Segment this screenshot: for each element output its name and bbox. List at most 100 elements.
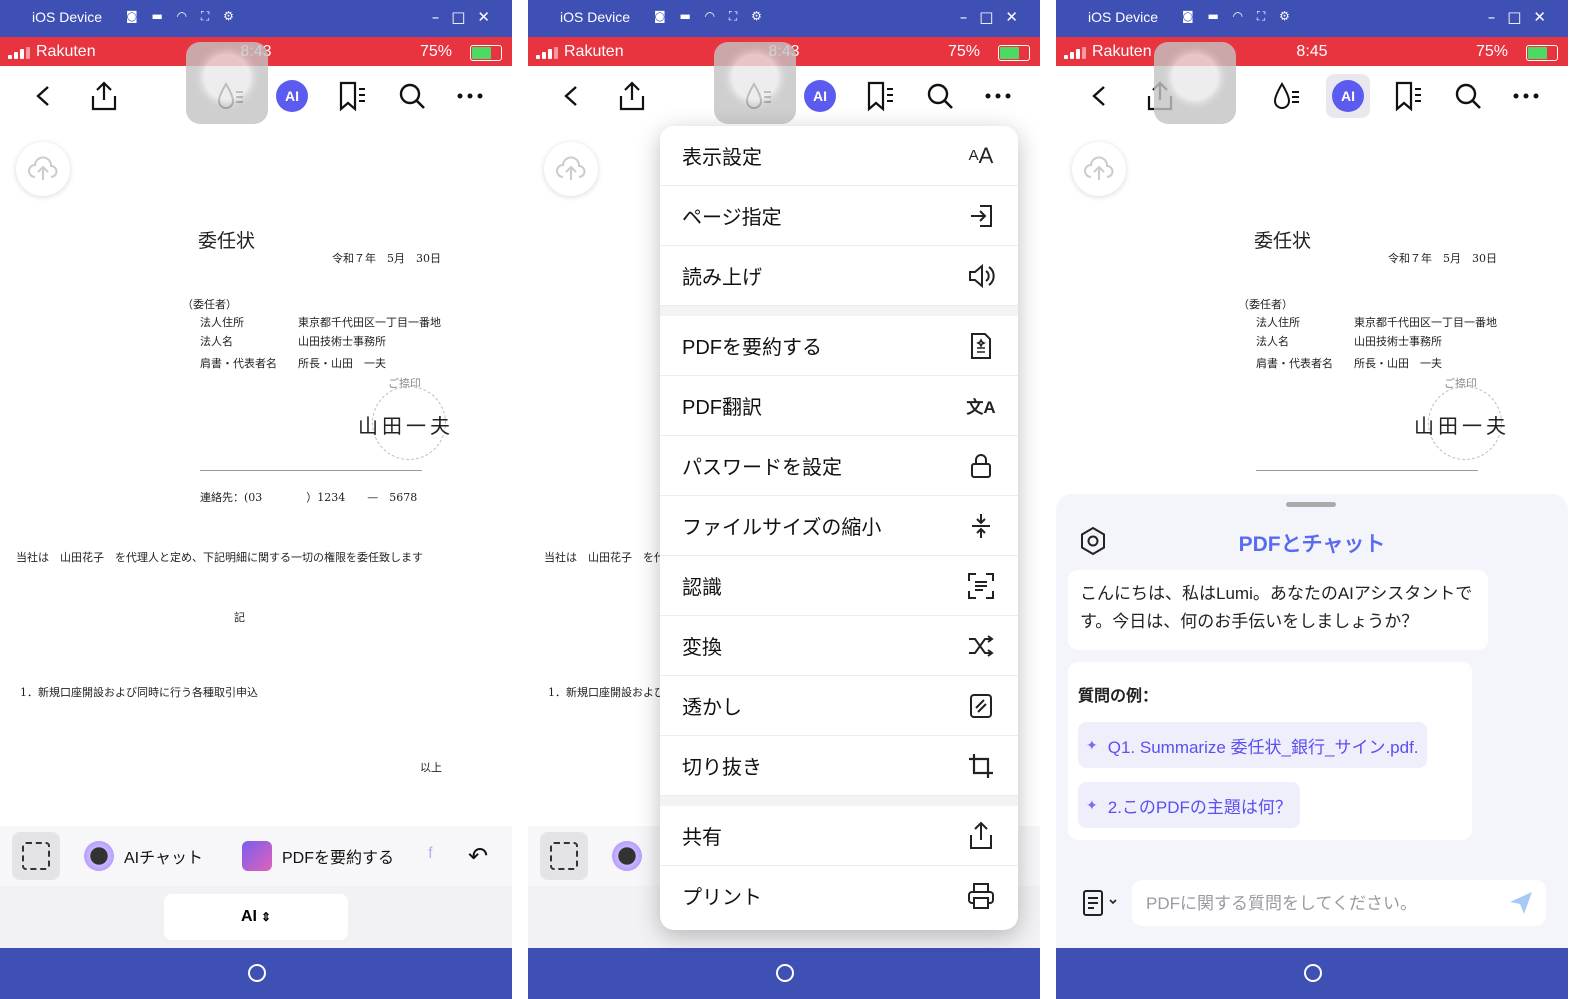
menu-item-read-aloud[interactable]: 読み上げ	[660, 246, 1018, 306]
search-icon[interactable]	[922, 78, 958, 114]
prompt-template-icon[interactable]	[1080, 888, 1120, 923]
ai-icon[interactable]: AI	[1330, 78, 1366, 114]
delegator-label: （委任者）	[182, 298, 237, 311]
battery-icon	[1526, 45, 1558, 61]
battery-icon	[470, 45, 502, 61]
menu-separator	[660, 306, 1018, 316]
name-label: 法人名	[1256, 335, 1289, 348]
back-icon[interactable]	[1082, 78, 1118, 114]
battery-percent: 75%	[947, 43, 980, 60]
more-menu: 表示設定 A A ページ指定 読み上げ PDFを要約する PDF翻訳 文A パスワード…	[660, 126, 1018, 930]
home-button[interactable]	[1304, 964, 1322, 982]
touch-indicator	[186, 42, 268, 124]
summary-doc-icon	[966, 331, 996, 361]
signature: 山田一夫	[1414, 414, 1510, 438]
printer-icon	[966, 881, 996, 911]
window-titlebar: iOS Device ◙ ▬ ◠ ⛶ ⚙ –□✕	[0, 0, 512, 37]
summarize-button[interactable]: PDFを要約する	[242, 838, 394, 874]
window-controls[interactable]: –□✕	[1488, 8, 1558, 26]
share-icon[interactable]	[86, 78, 122, 114]
window-titlebar: iOS Device ◙ ▬ ◠ ⛶ ⚙ –□✕	[1056, 0, 1568, 37]
share-icon[interactable]	[614, 78, 650, 114]
doc-title: 委任状	[198, 230, 256, 252]
more-icon[interactable]	[1508, 78, 1544, 114]
menu-item-summarize[interactable]: PDFを要約する	[660, 316, 1018, 376]
back-icon[interactable]	[26, 78, 62, 114]
back-icon[interactable]	[554, 78, 590, 114]
window-titlebar: iOS Device ◙ ▬ ◠ ⛶ ⚙ –□✕	[528, 0, 1040, 37]
reading-mode-icon[interactable]	[1268, 78, 1304, 114]
device-toolbar-icons[interactable]: ◙ ▬ ◠ ⛶ ⚙	[1182, 9, 1295, 24]
menu-item-goto-page[interactable]: ページ指定	[660, 186, 1018, 246]
menu-item-ocr[interactable]: 認識	[660, 556, 1018, 616]
bookmark-icon[interactable]	[334, 78, 370, 114]
mode-selector[interactable]: AI ⇕	[164, 894, 348, 940]
assistant-greeting: こんにちは、私はLumi。あなたのAIアシスタントです。今日は、何のお手伝いをし…	[1068, 570, 1488, 650]
menu-item-convert[interactable]: 変換	[660, 616, 1018, 676]
more-icon[interactable]	[980, 78, 1016, 114]
battery-percent: 75%	[1475, 43, 1508, 60]
chat-input[interactable]	[1144, 888, 1498, 920]
menu-item-password[interactable]: パスワードを設定	[660, 436, 1018, 496]
android-nav-bar	[1056, 948, 1568, 999]
select-area-button[interactable]	[540, 832, 588, 880]
touch-indicator	[1154, 42, 1236, 124]
delegator-label: （委任者）	[1238, 298, 1293, 311]
watermark-icon	[966, 691, 996, 721]
window-title: iOS Device	[560, 9, 631, 25]
bookmark-icon[interactable]	[862, 78, 898, 114]
bookmark-icon[interactable]	[1390, 78, 1426, 114]
example-question-1[interactable]: ✦ Q1. Summarize 委任状_銀行_サイン.pdf.	[1078, 722, 1427, 768]
home-button[interactable]	[776, 964, 794, 982]
upload-cloud-icon[interactable]	[16, 142, 70, 196]
doc-title: 委任状	[1254, 230, 1312, 252]
status-bar: Rakuten 8:45 75%	[1056, 37, 1568, 66]
panel-document: iOS Device ◙ ▬ ◠ ⛶ ⚙ –□✕ Rakuten 8:43 75…	[0, 0, 512, 999]
summary-doc-icon	[242, 841, 272, 871]
more-tools-icon[interactable]: ᶠ	[428, 838, 433, 874]
menu-item-watermark[interactable]: 透かし	[660, 676, 1018, 736]
upload-cloud-icon[interactable]	[544, 142, 598, 196]
window-controls[interactable]: –□✕	[432, 8, 502, 26]
rep-value: 所長・山田 一夫	[298, 357, 386, 370]
menu-item-crop[interactable]: 切り抜き	[660, 736, 1018, 796]
shuffle-icon	[966, 631, 996, 661]
more-icon[interactable]	[452, 78, 488, 114]
undo-icon[interactable]: ↶	[468, 838, 488, 874]
menu-item-print[interactable]: プリント	[660, 866, 1018, 925]
pdf-page: 委任状 令和７年 5月 30日 （委任者） 法人住所 東京都千代田区一丁目一番地…	[0, 126, 512, 826]
upload-cloud-icon[interactable]	[1072, 142, 1126, 196]
text-size-icon: AA	[968, 142, 994, 168]
example-questions: 質問の例： ✦ Q1. Summarize 委任状_銀行_サイン.pdf. ✦ 2.…	[1068, 662, 1472, 840]
select-area-button[interactable]	[12, 832, 60, 880]
address-value: 東京都千代田区一丁目一番地	[298, 316, 441, 329]
drag-handle[interactable]	[1286, 502, 1336, 507]
ai-icon[interactable]: AI	[802, 78, 838, 114]
window-controls[interactable]: –□✕	[960, 8, 1030, 26]
ai-chat-button[interactable]	[612, 838, 652, 874]
compress-icon	[966, 511, 996, 541]
rep-value: 所長・山田 一夫	[1354, 357, 1442, 370]
bottom-tool-bar: AIチャット PDFを要約する ᶠ ↶	[0, 826, 512, 886]
goto-page-icon	[966, 201, 996, 231]
window-title: iOS Device	[1088, 9, 1159, 25]
menu-item-translate[interactable]: PDF翻訳 文A	[660, 376, 1018, 436]
home-button[interactable]	[248, 964, 266, 982]
updown-icon: ⇕	[260, 910, 272, 924]
send-icon[interactable]	[1508, 890, 1534, 921]
translate-icon: 文A	[966, 398, 996, 417]
signature-line	[1256, 470, 1478, 471]
battery-percent: 75%	[419, 43, 452, 60]
menu-item-compress[interactable]: ファイルサイズの縮小	[660, 496, 1018, 556]
ai-icon[interactable]: AI	[274, 78, 310, 114]
ai-chat-button[interactable]: AIチャット	[84, 838, 203, 874]
menu-item-display-settings[interactable]: 表示設定 A A	[660, 126, 1018, 186]
menu-item-share[interactable]: 共有	[660, 806, 1018, 866]
search-icon[interactable]	[1450, 78, 1486, 114]
device-toolbar-icons[interactable]: ◙ ▬ ◠ ⛶ ⚙	[126, 9, 239, 24]
device-toolbar-icons[interactable]: ◙ ▬ ◠ ⛶ ⚙	[654, 9, 767, 24]
search-icon[interactable]	[394, 78, 430, 114]
signature-line	[200, 470, 422, 471]
crop-icon	[966, 751, 996, 781]
example-question-2[interactable]: ✦ 2.このPDFの主題は何？	[1078, 782, 1300, 828]
